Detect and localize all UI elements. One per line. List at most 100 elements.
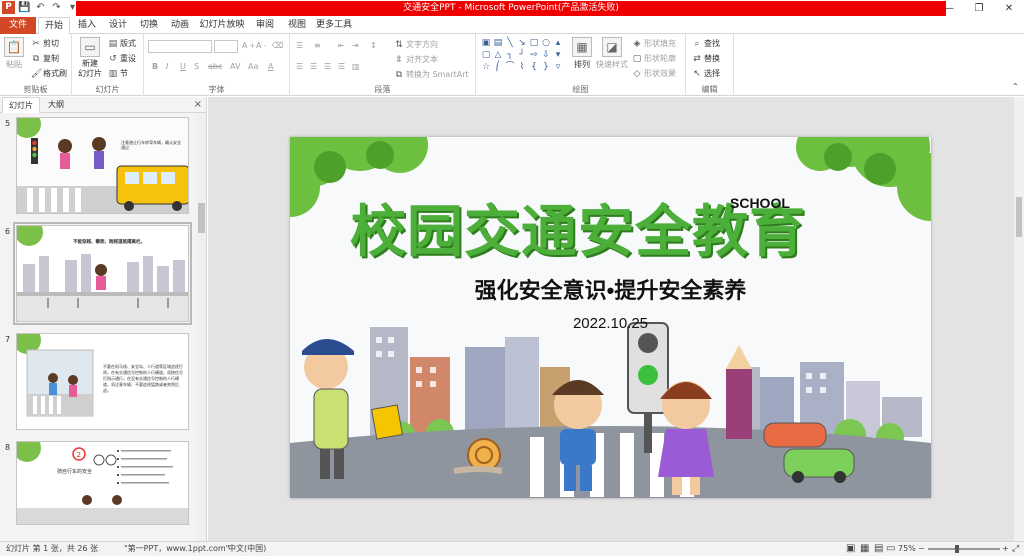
language-status[interactable]: 中文(中国)	[228, 542, 266, 556]
quick-styles-button[interactable]: ◪ 快速样式	[596, 37, 628, 70]
zoom-slider-knob[interactable]	[955, 545, 959, 553]
close-button[interactable]: ✕	[994, 0, 1024, 17]
select-button[interactable]: ↖ 选择	[692, 68, 720, 79]
gallery-more-icon[interactable]: ▿	[552, 61, 564, 73]
slide-subtitle[interactable]: 强化安全意识•提升安全素养	[290, 273, 931, 305]
minimize-button[interactable]: —	[934, 0, 964, 17]
tab-slides-panel[interactable]: 幻灯片	[2, 97, 40, 113]
lbrace-shape-icon[interactable]: ⎛	[492, 61, 504, 73]
slide-date[interactable]: 2022.10.25	[290, 315, 931, 332]
rect-shape-icon[interactable]: □	[528, 37, 540, 49]
triangle-shape-icon[interactable]: △	[492, 49, 504, 61]
tab-view[interactable]: 视图	[282, 17, 312, 34]
current-slide[interactable]: 校园交通安全教育 SCHOOL 强化安全意识•提升安全素养 2022.10.25	[290, 137, 931, 498]
shadow-button[interactable]: S	[194, 62, 199, 71]
tab-outline-panel[interactable]: 大纲	[42, 97, 70, 113]
rbrace-shape-icon[interactable]: }	[540, 61, 552, 73]
thumbnail[interactable]: 不要在斑马线、安全岛、人行道等区域追逐打闹，在有交通信号控制的人行横道，须按信号…	[16, 333, 189, 430]
slide-school-label[interactable]: SCHOOL	[730, 195, 790, 211]
font-size-combo[interactable]	[214, 40, 238, 53]
shape-fill-button[interactable]: ◈ 形状填充	[632, 38, 676, 49]
tab-design[interactable]: 设计	[103, 17, 133, 34]
grow-font-icon[interactable]: A +	[242, 41, 255, 50]
char-spacing-button[interactable]: AV	[230, 62, 240, 71]
section-button[interactable]: ▥ 节	[108, 68, 128, 79]
align-center-icon[interactable]: ☰	[310, 62, 317, 71]
collapse-ribbon-icon[interactable]: ⌃	[1012, 82, 1019, 91]
paste-button[interactable]: 📋 粘贴	[4, 37, 24, 70]
convert-smartart-button[interactable]: ⧉ 转换为 SmartArt	[394, 69, 469, 80]
shape-effects-button[interactable]: ◇ 形状效果	[632, 68, 676, 79]
align-right-icon[interactable]: ☰	[324, 62, 331, 71]
zoom-slider[interactable]	[928, 548, 1000, 550]
decrease-indent-icon[interactable]: ⇤	[338, 41, 345, 50]
underline-button[interactable]: U	[180, 62, 186, 71]
tab-more-tools[interactable]: 更多工具	[314, 17, 354, 34]
line-shape-icon[interactable]: ╲	[504, 37, 516, 49]
star-shape-icon[interactable]: ☆	[480, 61, 492, 73]
line-spacing-icon[interactable]: ↕	[370, 41, 377, 50]
arrow-shape-icon[interactable]: ↘	[516, 37, 528, 49]
downarrow-shape-icon[interactable]: ⇩	[540, 49, 552, 61]
shapes-gallery[interactable]: ▣ ▤ ╲ ↘ □ ○ ▴ ▢ △ ┐ ┘ ⇨ ⇩ ▾ ☆ ⎛ ⌒ ⌇{} ▿	[480, 37, 564, 75]
tab-insert[interactable]: 插入	[72, 17, 102, 34]
thumbnail[interactable]: 不能穿越、攀爬、跨越道路隔离栏。	[13, 222, 192, 325]
freeform-shape-icon[interactable]: ⌇	[516, 61, 528, 73]
bold-button[interactable]: B	[152, 62, 158, 71]
bullets-icon[interactable]: ☰	[296, 41, 303, 50]
columns-icon[interactable]: ▥	[352, 62, 360, 71]
thumbnail[interactable]: 2 骑自行车的安全	[16, 441, 189, 525]
redo-icon[interactable]: ↷	[50, 1, 63, 14]
curve-shape-icon[interactable]: ⌒	[504, 61, 516, 73]
cut-button[interactable]: ✂ 剪切	[31, 38, 59, 49]
find-button[interactable]: ⌕ 查找	[692, 38, 720, 49]
tab-home[interactable]: 开始	[38, 17, 70, 35]
font-name-combo[interactable]	[148, 40, 212, 53]
zoom-level[interactable]: 75%	[898, 542, 916, 556]
normal-view-icon[interactable]: ▣	[846, 542, 855, 556]
tab-slideshow[interactable]: 幻灯片放映	[197, 17, 247, 34]
increase-indent-icon[interactable]: ⇥	[352, 41, 359, 50]
fit-slide-icon[interactable]: ⤢	[1012, 542, 1019, 556]
tab-animations[interactable]: 动画	[165, 17, 195, 34]
elbow-shape-icon[interactable]: ┐	[504, 49, 516, 61]
editor-scroll-thumb[interactable]	[1016, 197, 1022, 237]
rounded-rect-shape-icon[interactable]: ▢	[480, 49, 492, 61]
textbox-shape-icon[interactable]: ▣	[480, 37, 492, 49]
zoom-out-button[interactable]: −	[918, 542, 925, 556]
panel-scroll-thumb[interactable]	[198, 203, 205, 233]
text-direction-button[interactable]: ⇅ 文字方向	[394, 39, 438, 50]
undo-icon[interactable]: ↶	[34, 1, 47, 14]
strikethrough-button[interactable]: abc	[208, 62, 222, 71]
panel-scrollbar[interactable]	[197, 113, 206, 541]
save-icon[interactable]: 💾	[18, 1, 31, 14]
format-painter-button[interactable]: 🖌 格式刷	[31, 68, 67, 79]
new-slide-button[interactable]: ▭ 新建 幻灯片	[78, 37, 102, 79]
slideshow-view-icon[interactable]: ▭	[886, 542, 895, 556]
replace-button[interactable]: ⇄ 替换	[692, 53, 720, 64]
oval-shape-icon[interactable]: ○	[540, 37, 552, 49]
reset-button[interactable]: ↺ 重设	[108, 53, 136, 64]
shape-outline-button[interactable]: ▢ 形状轮廓	[632, 53, 676, 64]
slide-sorter-icon[interactable]: ▦	[860, 542, 869, 556]
numbering-icon[interactable]: ≡	[314, 41, 321, 50]
arrange-button[interactable]: ▦ 排列	[572, 37, 592, 70]
elbow2-shape-icon[interactable]: ┘	[516, 49, 528, 61]
rightarrow-shape-icon[interactable]: ⇨	[528, 49, 540, 61]
italic-button[interactable]: I	[166, 62, 168, 71]
reading-view-icon[interactable]: ▤	[874, 542, 883, 556]
thumbnail[interactable]: 注意避让行车转弯车辆，确认安全通过	[16, 117, 189, 214]
layout-button[interactable]: ▤ 版式	[108, 38, 136, 49]
editor-scrollbar[interactable]	[1014, 97, 1024, 541]
powerpoint-app-icon[interactable]: P	[2, 1, 15, 14]
align-text-button[interactable]: ⇳ 对齐文本	[394, 54, 438, 65]
justify-icon[interactable]: ☰	[338, 62, 345, 71]
font-color-button[interactable]: A	[268, 62, 273, 71]
tab-transitions[interactable]: 切换	[134, 17, 164, 34]
tab-file[interactable]: 文件	[0, 17, 36, 34]
restore-button[interactable]: ❐	[964, 0, 994, 17]
shrink-font-icon[interactable]: A-	[256, 41, 266, 50]
vtextbox-shape-icon[interactable]: ▤	[492, 37, 504, 49]
brace-shape-icon[interactable]: {	[528, 61, 540, 73]
align-left-icon[interactable]: ☰	[296, 62, 303, 71]
